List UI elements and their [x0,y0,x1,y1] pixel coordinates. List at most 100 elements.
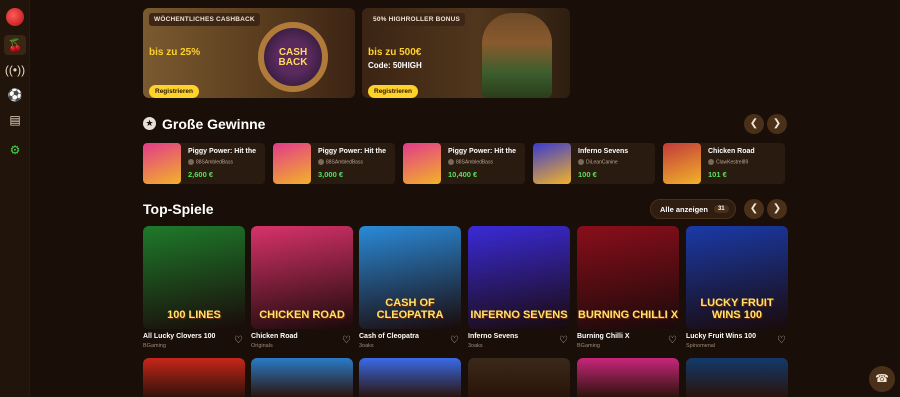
game-thumbnail [273,143,311,184]
win-game-title: Piggy Power: Hit the [448,148,517,155]
live-icon[interactable]: ((•)) [4,60,26,80]
top-games-title: Top-Spiele [143,201,214,217]
game-card[interactable] [143,358,245,397]
game-thumbnail [143,143,181,184]
game-art-title: 100 LINES [167,309,221,321]
game-thumbnail [403,143,441,184]
promo-tag: 50% HIGHROLLER BONUS [368,13,466,26]
game-thumbnail [533,143,571,184]
win-username: 88SAmbledBass [456,159,493,166]
chevron-left-icon[interactable]: ❮ [744,199,764,219]
game-provider: BGaming [577,343,600,349]
game-card[interactable]: BURNING CHILLI X [577,226,679,329]
big-win-card[interactable]: Piggy Power: Hit the 88SAmbledBass 2,600 € [143,143,265,184]
adventurer-illustration [482,13,552,98]
win-amount: 10,400 € [448,170,478,179]
heart-icon[interactable]: ♡ [234,335,243,346]
dragon-icon[interactable]: ⚙ [4,140,26,160]
win-username: DiLeanCanine [586,159,618,166]
game-provider: Spinomenal [686,343,716,349]
game-card[interactable]: CHICKEN ROAD [251,226,353,329]
win-game-title: Piggy Power: Hit the [188,148,257,155]
game-name[interactable]: Cash of Cleopatra [359,333,419,340]
game-card[interactable]: 100 LINES [143,226,245,329]
promo-cashback[interactable]: WÖCHENTLICHES CASHBACK bis zu 25% Regist… [143,8,355,98]
big-win-card[interactable]: Piggy Power: Hit the 88SAmbledBass 3,000 € [273,143,395,184]
chevron-right-icon[interactable]: ❯ [767,114,787,134]
heart-icon[interactable]: ♡ [668,335,677,346]
chevron-right-icon[interactable]: ❯ [767,199,787,219]
avatar-icon [708,159,714,165]
game-provider: Originals [251,343,273,349]
star-icon: ★ [143,117,156,130]
football-icon[interactable]: ⚽ [4,85,26,105]
win-user: 88SAmbledBass [188,159,233,165]
promo-tag: WÖCHENTLICHES CASHBACK [149,13,260,26]
promo-code: Code: 50HIGH [368,61,422,70]
game-name[interactable]: All Lucky Clovers 100 [143,333,215,340]
game-provider: 3oaks [468,343,483,349]
game-card[interactable] [468,358,570,397]
game-provider: 3oaks [359,343,374,349]
promo-highroller[interactable]: 50% HIGHROLLER BONUS bis zu 500€ Code: 5… [362,8,570,98]
game-card[interactable]: LUCKY FRUIT WINS 100 [686,226,788,329]
win-username: 88SAmbledBass [196,159,233,166]
see-all-button[interactable]: Alle anzeigen 31 [650,199,736,219]
win-game-title: Chicken Road [708,148,755,155]
big-win-card[interactable]: Piggy Power: Hit the 88SAmbledBass 10,400 … [403,143,525,184]
game-name[interactable]: Inferno Sevens [468,333,518,340]
win-user: DiLeanCanine [578,159,618,165]
chevron-left-icon[interactable]: ❮ [744,114,764,134]
game-art-title: INFERNO SEVENS [470,309,568,321]
avatar-icon [318,159,324,165]
win-game-title: Inferno Sevens [578,148,629,155]
game-card[interactable] [359,358,461,397]
promo-amount: bis zu 500€ [368,47,422,58]
win-game-title: Piggy Power: Hit the [318,148,387,155]
cherries-icon[interactable]: 🍒 [4,35,26,55]
game-art-title: CASH OF CLEOPATRA [376,297,444,321]
game-art-title: CHICKEN ROAD [259,309,345,321]
game-card[interactable] [686,358,788,397]
cherry-logo[interactable] [6,8,24,26]
win-user: 88SAmbledBass [318,159,363,165]
register-button[interactable]: Registrieren [149,85,199,98]
win-user: 88SAmbledBass [448,159,493,165]
gamepad-icon[interactable]: ▤ [4,110,26,130]
avatar-icon [448,159,454,165]
sidebar: 🍒 ((•)) ⚽ ▤ ⚙ [0,0,30,397]
game-thumbnail [663,143,701,184]
game-card[interactable]: INFERNO SEVENS [468,226,570,329]
win-user: ClawKestrel89 [708,159,748,165]
count-badge: 31 [713,205,729,213]
big-win-card[interactable]: Chicken Road ClawKestrel89 101 € [663,143,785,184]
avatar-icon [188,159,194,165]
avatar-icon [578,159,584,165]
game-art-title: LUCKY FRUIT WINS 100 [700,297,774,321]
win-amount: 2,600 € [188,170,214,179]
big-win-card[interactable]: Inferno Sevens DiLeanCanine 100 € [533,143,655,184]
game-card[interactable] [577,358,679,397]
heart-icon[interactable]: ♡ [342,335,351,346]
game-name[interactable]: Burning Chilli X [577,333,630,340]
heart-icon[interactable]: ♡ [450,335,459,346]
game-provider: BGaming [143,343,166,349]
cashback-art-text: CASH BACK [278,47,308,68]
game-name[interactable]: Chicken Road [251,333,298,340]
see-all-label: Alle anzeigen [660,204,708,214]
win-amount: 101 € [708,170,727,179]
register-button[interactable]: Registrieren [368,85,418,98]
heart-icon[interactable]: ♡ [777,335,786,346]
win-username: 88SAmbledBass [326,159,363,166]
game-art-title: BURNING CHILLI X [577,309,679,321]
headset-icon[interactable]: ☎ [869,366,895,392]
heart-icon[interactable]: ♡ [559,335,568,346]
win-amount: 3,000 € [318,170,344,179]
game-card[interactable]: CASH OF CLEOPATRA [359,226,461,329]
win-username: ClawKestrel89 [716,159,749,166]
big-wins-title: Große Gewinne [162,116,266,132]
win-amount: 100 € [578,170,597,179]
game-card[interactable] [251,358,353,397]
promo-amount: bis zu 25% [149,47,201,58]
game-name[interactable]: Lucky Fruit Wins 100 [686,333,756,340]
